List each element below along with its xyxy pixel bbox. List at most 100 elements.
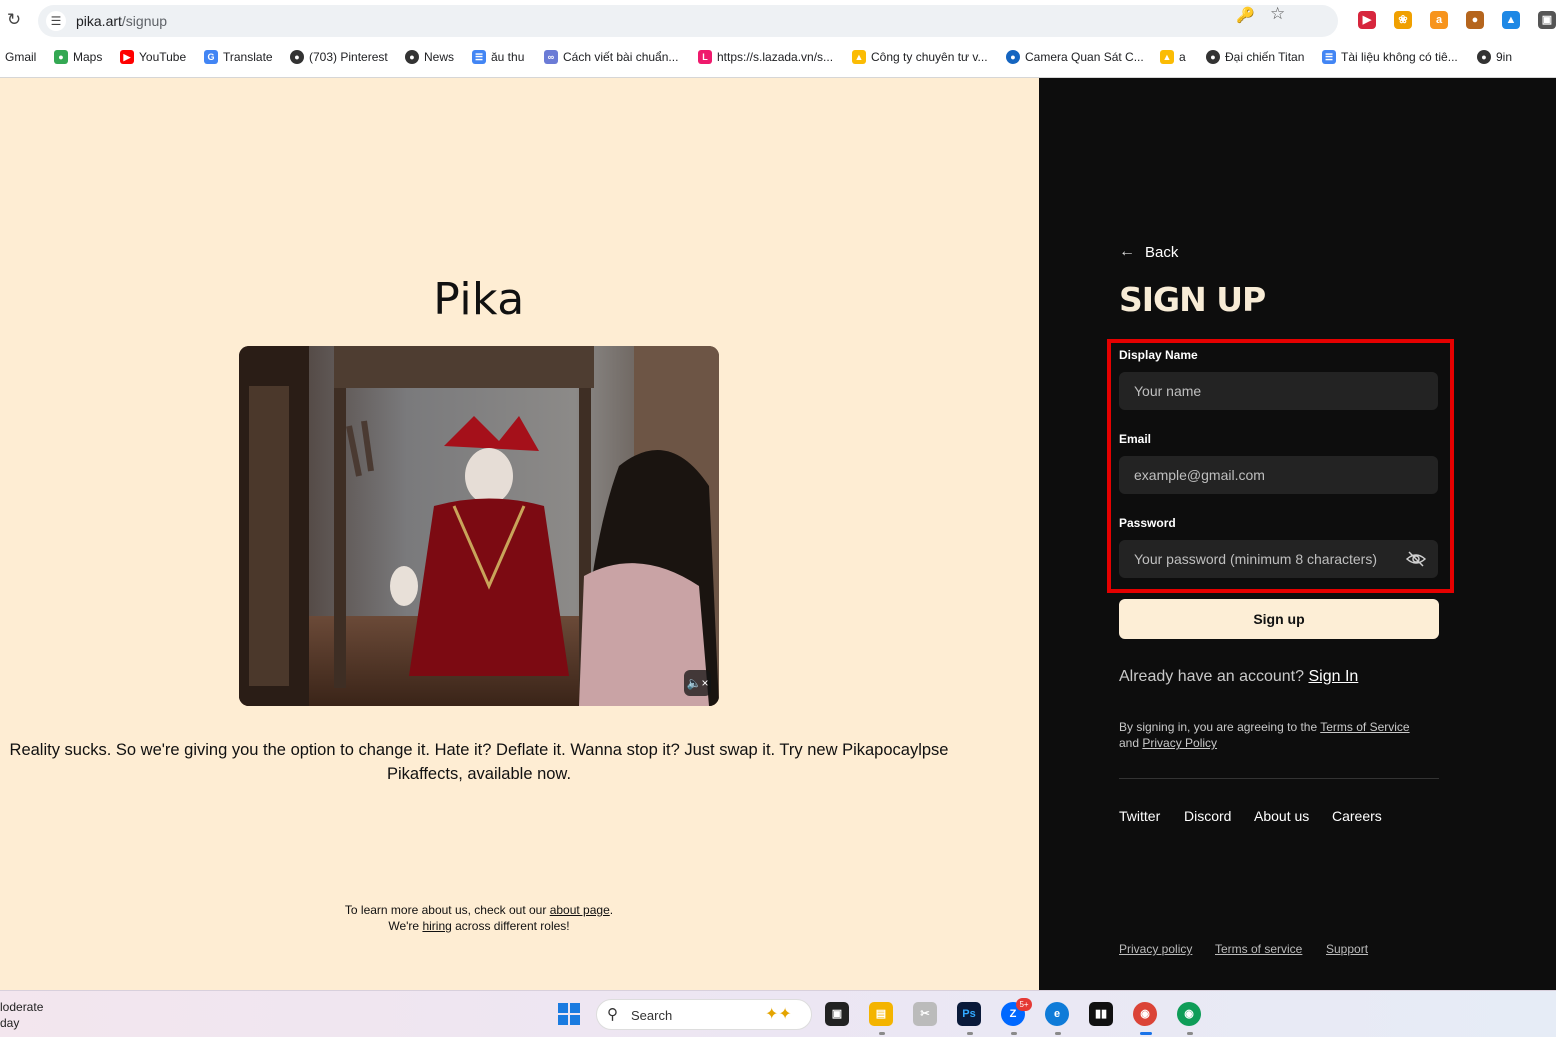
bookmark-tai-lieu[interactable]: ☰ Tài liệu không có tiê... xyxy=(1322,50,1458,64)
site-icon: ● xyxy=(1006,50,1020,64)
back-label: Back xyxy=(1145,243,1179,261)
doc-icon: ☰ xyxy=(1322,50,1336,64)
learn-more-text: To learn more about us, check out our ab… xyxy=(344,903,614,933)
browser-toolbar: ↻ ☰ pika.art/signup 🔑 ☆ ▶ ❀ a ● ▲ ▣ xyxy=(0,0,1556,42)
doc-icon: ☰ xyxy=(472,50,486,64)
about-us-link[interactable]: About us xyxy=(1254,808,1309,824)
eye-slash-icon[interactable] xyxy=(1405,548,1427,570)
hero-video[interactable] xyxy=(239,346,719,706)
twitter-link[interactable]: Twitter xyxy=(1119,808,1160,824)
support-link[interactable]: Support xyxy=(1326,942,1368,956)
display-name-input[interactable] xyxy=(1119,372,1438,410)
globe-icon: ● xyxy=(1206,50,1220,64)
search-icon: ⚲ xyxy=(607,1006,618,1023)
url-path: /signup xyxy=(121,13,168,29)
extension-2-icon[interactable]: ❀ xyxy=(1394,11,1412,29)
weather-widget[interactable]: loderate day xyxy=(0,999,43,1031)
careers-link[interactable]: Careers xyxy=(1332,808,1382,824)
password-key-icon[interactable]: 🔑 xyxy=(1236,6,1255,24)
address-bar[interactable]: ☰ pika.art/signup xyxy=(38,5,1338,37)
file-explorer-running-indicator xyxy=(879,1032,885,1035)
edge-running-indicator xyxy=(1055,1032,1061,1035)
copilot-sparkle-icon: ✦✦ xyxy=(765,1006,792,1023)
have-account-text: Already have an account? Sign In xyxy=(1119,668,1359,685)
drive-icon: ▲ xyxy=(1160,50,1174,64)
globe-icon: ● xyxy=(405,50,419,64)
about-page-link[interactable]: about page xyxy=(550,903,610,917)
pika-logo: Pika xyxy=(433,274,525,325)
lazada-icon: L xyxy=(698,50,712,64)
extension-5-icon[interactable]: ▲ xyxy=(1502,11,1520,29)
bookmark-a[interactable]: ▲ a xyxy=(1160,50,1186,64)
password-input[interactable] xyxy=(1119,540,1438,578)
password-label: Password xyxy=(1119,516,1176,530)
bookmark-star-icon[interactable]: ☆ xyxy=(1270,4,1285,24)
globe-icon: ● xyxy=(290,50,304,64)
zalo-notification-badge: 5+ xyxy=(1016,998,1032,1011)
search-label: Search xyxy=(631,1008,673,1023)
bookmark-cach-viet[interactable]: ∞ Cách viết bài chuẩn... xyxy=(544,50,678,64)
email-label: Email xyxy=(1119,432,1152,446)
jester-scene-image xyxy=(239,346,719,706)
page-title: SIGN UP xyxy=(1119,280,1266,319)
email-input[interactable] xyxy=(1119,456,1438,494)
globe-icon: ● xyxy=(1477,50,1491,64)
display-name-label: Display Name xyxy=(1119,348,1198,362)
privacy-policy-link[interactable]: Privacy Policy xyxy=(1142,736,1217,750)
edge-icon[interactable]: e xyxy=(1045,1002,1069,1026)
sign-up-button[interactable]: Sign up xyxy=(1119,599,1439,639)
signup-panel: ← Back SIGN UP Display Name Email Passwo… xyxy=(1039,78,1556,990)
bookmark-9in[interactable]: ● 9in xyxy=(1477,50,1512,64)
chrome-profile-running-indicator xyxy=(1187,1032,1193,1035)
photoshop-icon[interactable]: Ps xyxy=(957,1002,981,1026)
translate-icon: G xyxy=(204,50,218,64)
url-text[interactable]: pika.art/signup xyxy=(76,13,167,29)
taskbar-search[interactable]: ⚲ Search ✦✦ xyxy=(596,999,812,1030)
footer-divider xyxy=(1119,778,1439,779)
back-button[interactable]: ← Back xyxy=(1119,243,1178,261)
reload-icon[interactable]: ↻ xyxy=(4,10,24,30)
chrome-icon[interactable]: ◉ xyxy=(1133,1002,1157,1026)
drive-icon: ▲ xyxy=(852,50,866,64)
extension-1-icon[interactable]: ▶ xyxy=(1358,11,1376,29)
photoshop-running-indicator xyxy=(967,1032,973,1035)
cookie-extension-icon[interactable]: ● xyxy=(1466,11,1484,29)
youtube-icon: ▶ xyxy=(120,50,134,64)
bookmark-translate[interactable]: G Translate xyxy=(204,50,273,64)
bookmark-maps[interactable]: ● Maps xyxy=(54,50,102,64)
taskbar: loderate day ⚲ Search ✦✦ ▣ ▤ ✂ Ps Z 5+ e… xyxy=(0,990,1556,1037)
zalo-running-indicator xyxy=(1011,1032,1017,1035)
site-info-icon[interactable]: ☰ xyxy=(46,11,66,31)
bottom-terms-link[interactable]: Terms of service xyxy=(1215,942,1302,956)
bookmark-au-thu[interactable]: ☰ ău thu xyxy=(472,50,524,64)
snipping-tool-icon[interactable]: ✂ xyxy=(913,1002,937,1026)
bookmark-pinterest[interactable]: ● (703) Pinterest xyxy=(290,50,388,64)
hiring-link[interactable]: hiring xyxy=(422,919,451,933)
bottom-privacy-policy-link[interactable]: Privacy policy xyxy=(1119,942,1192,956)
extension-3-icon[interactable]: a xyxy=(1430,11,1448,29)
bookmark-gmail[interactable]: Gmail xyxy=(5,50,36,64)
chrome-profile-icon[interactable]: ◉ xyxy=(1177,1002,1201,1026)
bookmark-camera[interactable]: ● Camera Quan Sát C... xyxy=(1006,50,1144,64)
url-host: pika.art xyxy=(76,13,122,29)
chrome-active-indicator xyxy=(1140,1032,1152,1035)
bookmark-youtube[interactable]: ▶ YouTube xyxy=(120,50,186,64)
bookmark-cong-ty[interactable]: ▲ Công ty chuyên tư v... xyxy=(852,50,988,64)
promo-panel: Pika 🔈× Reality sucks. So we're giving y… xyxy=(0,78,1039,990)
windows-start-icon[interactable] xyxy=(558,1003,580,1025)
audio-app-icon[interactable]: ▮▮ xyxy=(1089,1002,1113,1026)
extension-6-icon[interactable]: ▣ xyxy=(1538,11,1556,29)
bookmark-news[interactable]: ● News xyxy=(405,50,454,64)
agreement-text: By signing in, you are agreeing to the T… xyxy=(1119,720,1410,750)
sign-in-link[interactable]: Sign In xyxy=(1308,668,1358,685)
terms-of-service-link[interactable]: Terms of Service xyxy=(1320,720,1409,734)
mute-toggle-icon[interactable]: 🔈× xyxy=(684,670,711,696)
discord-link[interactable]: Discord xyxy=(1184,808,1231,824)
file-explorer-icon[interactable]: ▤ xyxy=(869,1002,893,1026)
bookmarks-bar: Gmail ● Maps ▶ YouTube G Translate ● (703) P… xyxy=(0,44,1556,72)
bookmark-lazada[interactable]: Lhttps://s.lazada.vn/s... xyxy=(698,50,833,64)
bookmark-dai-chien[interactable]: ● Đại chiến Titan xyxy=(1206,50,1304,64)
maps-icon: ● xyxy=(54,50,68,64)
task-view-icon[interactable]: ▣ xyxy=(825,1002,849,1026)
site-icon: ∞ xyxy=(544,50,558,64)
